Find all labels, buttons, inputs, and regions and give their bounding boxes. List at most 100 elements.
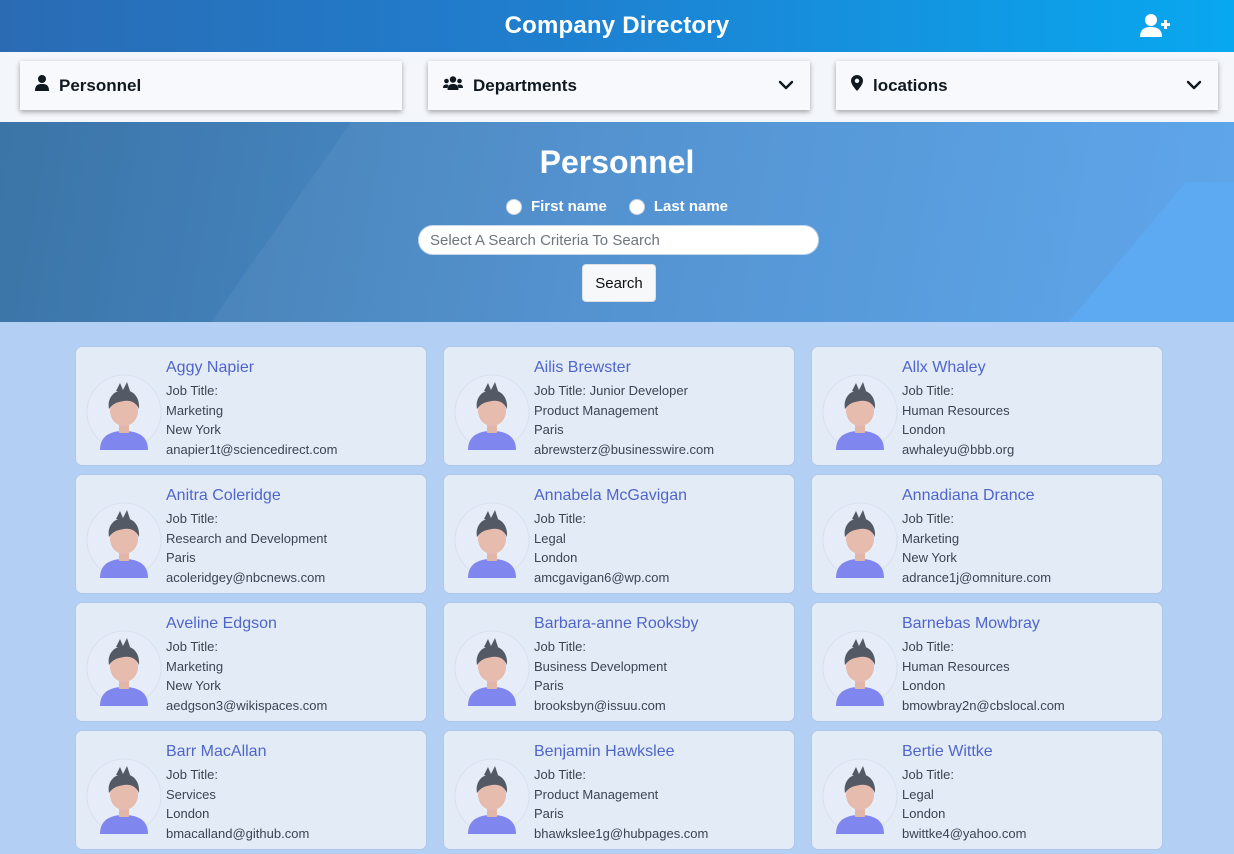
radio-last-name-label: Last name — [653, 198, 729, 215]
location: Paris — [534, 678, 564, 693]
radio-button[interactable] — [628, 198, 645, 215]
employee-card[interactable]: Ailis Brewster Job Title: Junior Develop… — [444, 347, 794, 465]
employee-info: Barbara-anne Rooksby Job Title: Business… — [534, 615, 788, 715]
avatar-icon — [86, 502, 162, 578]
department: Business Development — [534, 658, 667, 674]
department: Marketing — [902, 530, 960, 546]
department: Marketing — [166, 658, 224, 674]
job-title: Job Title: — [902, 639, 955, 654]
nav-departments-label: Departments — [473, 75, 577, 95]
employee-card[interactable]: Barnebas Mowbray Job Title: Human Resour… — [812, 603, 1162, 721]
department: Product Management — [534, 402, 659, 418]
employee-card[interactable]: Aveline Edgson Job Title: Marketing New … — [76, 603, 426, 721]
employee-info: Benjamin Hawkslee Job Title: Product Man… — [534, 743, 788, 843]
avatar-icon — [86, 630, 162, 706]
avatar-icon — [822, 374, 898, 450]
radio-button[interactable] — [505, 198, 522, 215]
nav-strip: Personnel Departments locations — [0, 52, 1234, 122]
employee-name: Barr MacAllan — [166, 743, 267, 760]
employee-info: Barnebas Mowbray Job Title: Human Resour… — [902, 615, 1156, 715]
employee-info: Allx Whaley Job Title: Human Resources L… — [902, 359, 1156, 459]
user-icon — [35, 75, 49, 96]
job-title: Job Title: — [902, 383, 955, 398]
department: Marketing — [166, 402, 224, 418]
location: New York — [166, 678, 221, 693]
employee-card[interactable]: Allx Whaley Job Title: Human Resources L… — [812, 347, 1162, 465]
search-criteria-radios: First name Last name — [0, 198, 1234, 215]
employee-card[interactable]: Bertie Wittke Job Title: Legal London bw… — [812, 731, 1162, 849]
avatar-icon — [822, 758, 898, 834]
radio-first-name-label: First name — [530, 198, 607, 215]
location: London — [534, 550, 578, 565]
job-title: Job Title: — [534, 639, 587, 654]
job-title: Job Title: — [902, 767, 955, 782]
employee-info: Ailis Brewster Job Title: Junior Develop… — [534, 359, 788, 459]
department: Legal — [902, 786, 934, 802]
employee-card[interactable]: Barbara-anne Rooksby Job Title: Business… — [444, 603, 794, 721]
users-icon — [443, 76, 463, 95]
employee-name: Allx Whaley — [902, 359, 986, 376]
chevron-down-icon[interactable] — [1186, 78, 1202, 96]
avatar-icon — [454, 502, 530, 578]
job-title: Job Title: — [166, 511, 219, 526]
employee-card[interactable]: Benjamin Hawkslee Job Title: Product Man… — [444, 731, 794, 849]
email: bhawkslee1g@hubpages.com — [534, 825, 709, 841]
employee-info: Anitra Coleridge Job Title: Research and… — [166, 487, 420, 587]
job-title: Job Title: — [166, 639, 219, 654]
employee-name: Benjamin Hawkslee — [534, 743, 675, 760]
email: awhaleyu@bbb.org — [902, 441, 1015, 457]
employee-name: Annadiana Drance — [902, 487, 1035, 504]
nav-locations-button[interactable]: locations — [836, 61, 1218, 110]
employee-name: Aggy Napier — [166, 359, 255, 376]
location: London — [902, 678, 946, 693]
department: Human Resources — [902, 402, 1010, 418]
chevron-down-icon[interactable] — [778, 78, 794, 96]
search-panel: Personnel First name Last name Search — [0, 122, 1234, 322]
job-title: Job Title: — [534, 511, 587, 526]
email: brooksbyn@issuu.com — [534, 697, 666, 713]
search-button[interactable]: Search — [582, 264, 656, 302]
location: New York — [902, 550, 957, 565]
department: Product Management — [534, 786, 659, 802]
employee-card[interactable]: Annabela McGavigan Job Title: Legal Lond… — [444, 475, 794, 593]
job-title: Job Title: — [902, 511, 955, 526]
avatar-icon — [822, 502, 898, 578]
email: anapier1t@sciencedirect.com — [166, 441, 338, 457]
department: Legal — [534, 530, 566, 546]
employee-info: Annabela McGavigan Job Title: Legal Lond… — [534, 487, 788, 587]
employee-info: Barr MacAllan Job Title: Services London… — [166, 743, 420, 843]
avatar-icon — [822, 630, 898, 706]
email: bwittke4@yahoo.com — [902, 825, 1027, 841]
avatar-icon — [86, 374, 162, 450]
employee-name: Annabela McGavigan — [534, 487, 687, 504]
section-title: Personnel — [539, 144, 695, 180]
job-title: Job Title: Junior Developer — [534, 383, 688, 398]
avatar-icon — [86, 758, 162, 834]
job-title: Job Title: — [166, 383, 219, 398]
map-pin-icon — [851, 75, 863, 96]
nav-departments-button[interactable]: Departments — [428, 61, 810, 110]
employee-name: Ailis Brewster — [534, 359, 631, 376]
employee-name: Anitra Coleridge — [166, 487, 281, 504]
employee-name: Bertie Wittke — [902, 743, 993, 760]
email: bmowbray2n@cbslocal.com — [902, 697, 1065, 713]
employee-info: Annadiana Drance Job Title: Marketing Ne… — [902, 487, 1156, 587]
nav-personnel-button[interactable]: Personnel — [20, 61, 402, 110]
employee-card[interactable]: Annadiana Drance Job Title: Marketing Ne… — [812, 475, 1162, 593]
employee-card[interactable]: Anitra Coleridge Job Title: Research and… — [76, 475, 426, 593]
employee-card[interactable]: Aggy Napier Job Title: Marketing New Yor… — [76, 347, 426, 465]
department: Research and Development — [166, 530, 328, 546]
email: adrance1j@omniture.com — [902, 569, 1052, 585]
avatar-icon — [454, 374, 530, 450]
location: New York — [166, 422, 221, 437]
department: Services — [166, 786, 216, 802]
radio-last-name[interactable]: Last name — [628, 198, 729, 215]
top-bar: Company Directory — [0, 0, 1234, 52]
radio-first-name[interactable]: First name — [505, 198, 607, 215]
email: acoleridgey@nbcnews.com — [166, 569, 326, 585]
employee-card[interactable]: Barr MacAllan Job Title: Services London… — [76, 731, 426, 849]
employee-name: Aveline Edgson — [166, 615, 277, 632]
search-input[interactable] — [418, 225, 819, 255]
user-plus-icon[interactable] — [1140, 12, 1170, 40]
email: abrewsterz@businesswire.com — [534, 441, 715, 457]
